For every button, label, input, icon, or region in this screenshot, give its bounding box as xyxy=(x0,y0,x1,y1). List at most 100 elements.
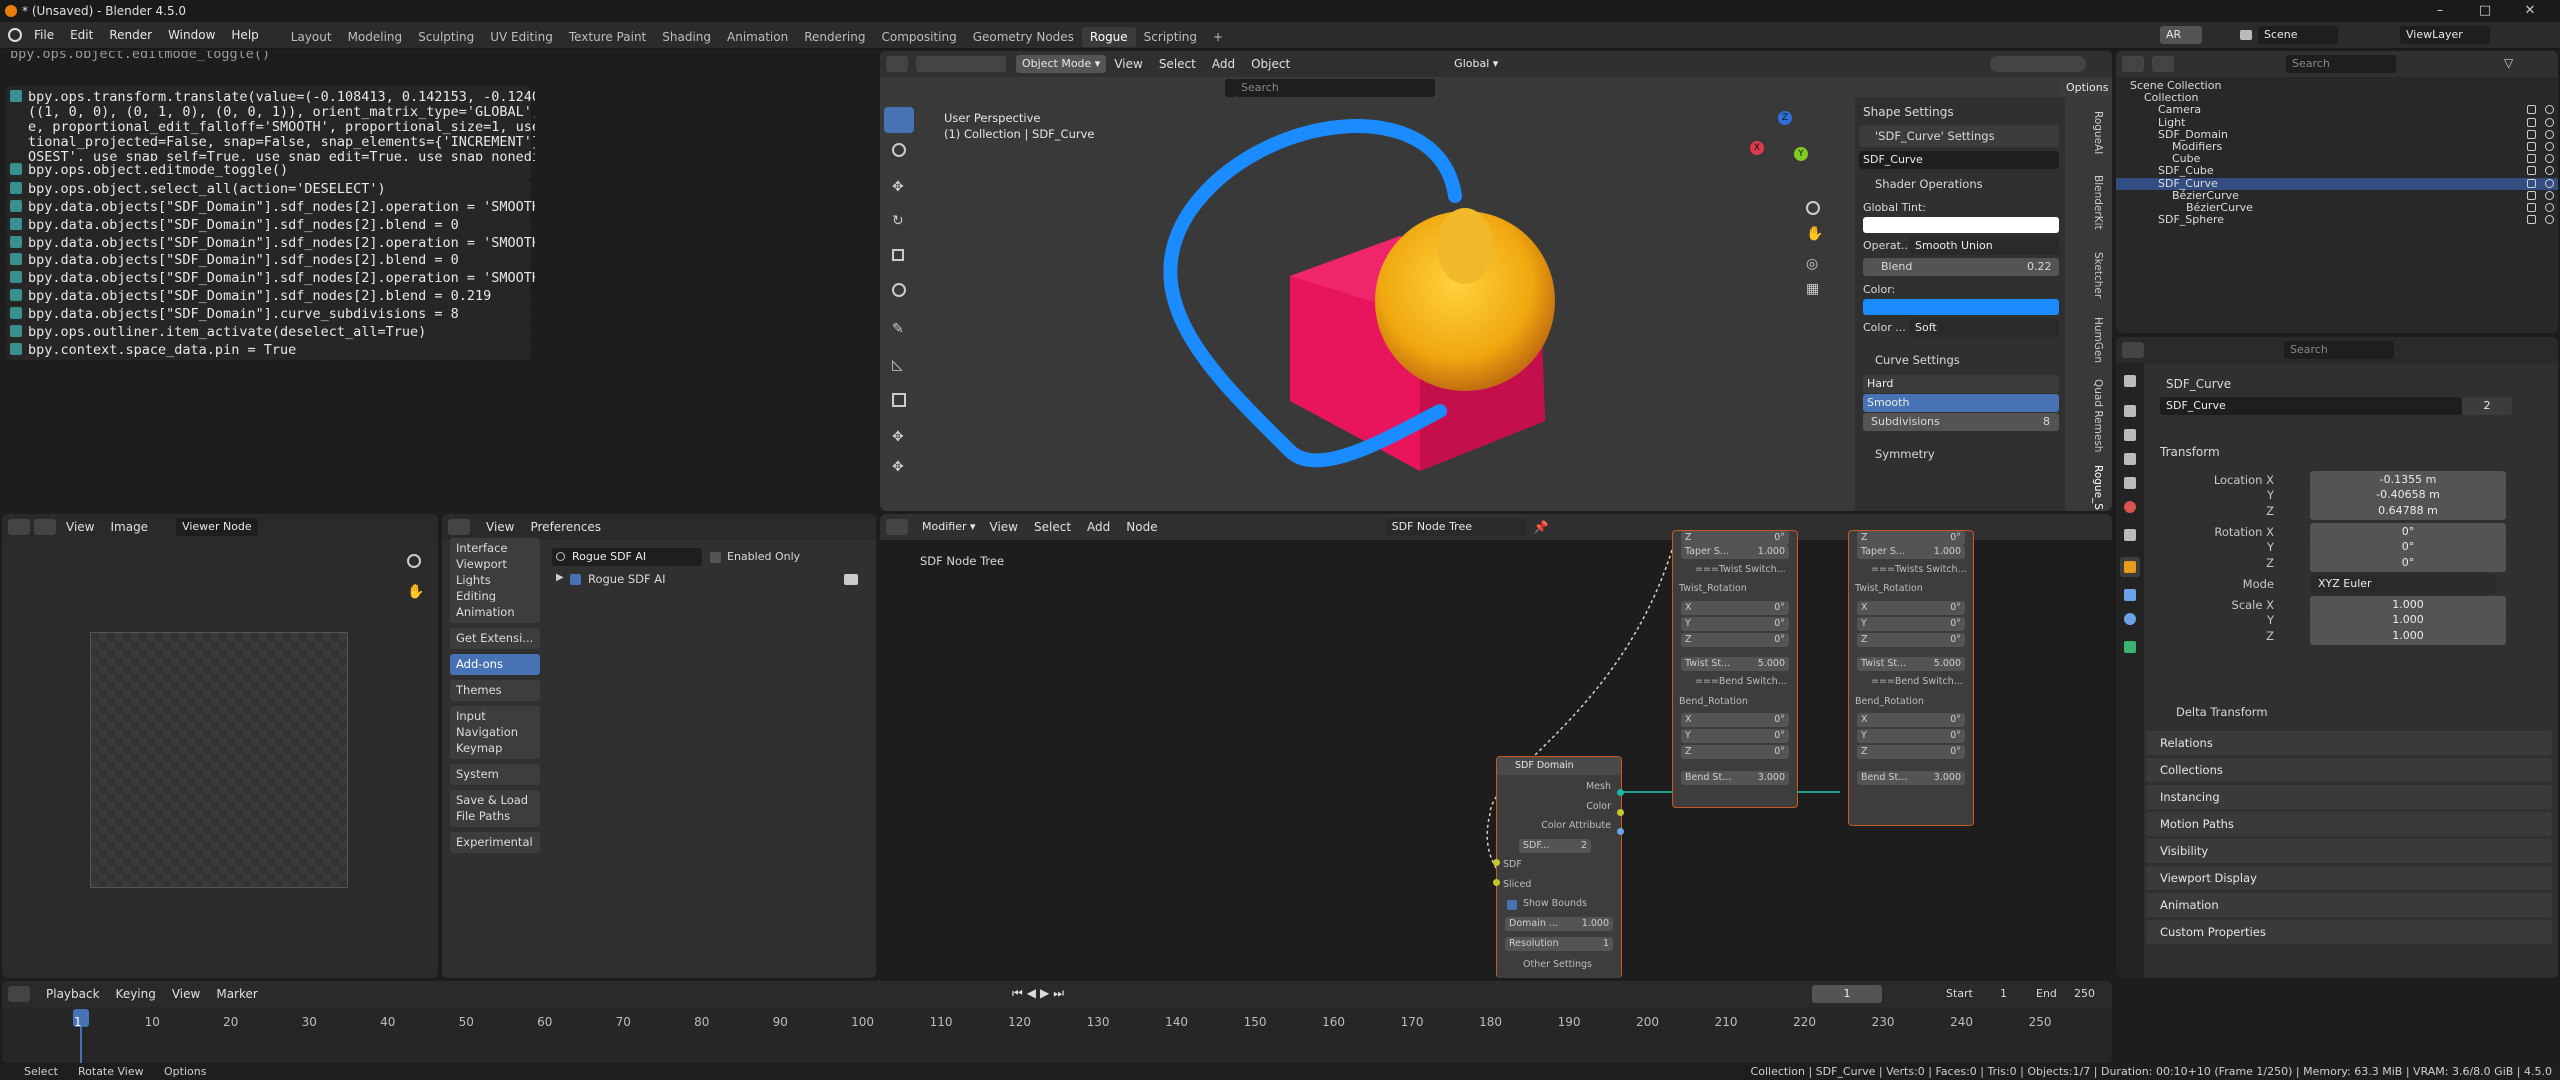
world-tab-icon[interactable] xyxy=(2124,501,2136,513)
3d-viewport[interactable]: Object Mode ▾ View Select Add Object Glo… xyxy=(880,51,2112,511)
scene-tab-icon[interactable] xyxy=(2124,477,2136,489)
pan-icon[interactable]: ✋ xyxy=(407,584,424,600)
addon-enabled-checkbox[interactable] xyxy=(570,574,581,585)
viewlayer-selector[interactable]: ViewLayer xyxy=(2400,26,2490,44)
prefs-menu-view[interactable]: View xyxy=(478,514,522,540)
editor-type-icon[interactable] xyxy=(8,986,30,1002)
add-workspace-button[interactable]: + xyxy=(1205,27,1231,47)
menu-help[interactable]: Help xyxy=(223,22,266,49)
domain-field[interactable]: Domain ... 1.000 xyxy=(1505,917,1613,931)
visibility-eye-icon[interactable] xyxy=(2545,154,2554,164)
camera-view-icon[interactable]: ◎ xyxy=(1806,256,1818,272)
timeline-menu-playback[interactable]: Playback xyxy=(38,981,108,1007)
prefs-section-experimental[interactable]: Experimental xyxy=(450,832,540,853)
render-tab-icon[interactable] xyxy=(2124,405,2136,417)
pan-icon[interactable]: ✋ xyxy=(1806,226,1823,242)
editor-type-icon[interactable] xyxy=(2122,342,2144,358)
properties-search-input[interactable]: Search xyxy=(2284,341,2394,359)
image-menu-view[interactable]: View xyxy=(58,514,102,540)
prefs-section-file-paths[interactable]: File Paths xyxy=(450,806,540,827)
render-camera-icon[interactable] xyxy=(2527,154,2536,164)
tab-blenderkit[interactable]: BlenderKit xyxy=(2092,175,2104,230)
prop-field-location-z[interactable]: 0.64788 m xyxy=(2310,502,2506,520)
hard-option[interactable]: Hard xyxy=(1863,375,2059,393)
tool-tab-icon[interactable] xyxy=(2124,375,2136,387)
output-tab-icon[interactable] xyxy=(2124,429,2136,441)
folder-icon[interactable] xyxy=(844,574,858,585)
workspace-tab-modeling[interactable]: Modeling xyxy=(340,27,411,47)
grid-view-icon[interactable]: ▦ xyxy=(1806,281,1819,297)
playback-controls[interactable]: ⏮◀▶⏭ xyxy=(1012,986,1132,1002)
menu-render[interactable]: Render xyxy=(101,22,160,49)
navigation-gizmo[interactable]: Z X Y xyxy=(1750,111,1820,181)
smooth-option[interactable]: Smooth xyxy=(1863,394,2059,412)
sliced-input-socket[interactable] xyxy=(1493,879,1500,886)
editor-type-icon[interactable] xyxy=(8,519,30,535)
curve-settings-header[interactable]: Curve Settings xyxy=(1875,353,1960,367)
delta-transform-header[interactable]: Delta Transform xyxy=(2176,705,2268,719)
outliner-item[interactable]: BézierCurve xyxy=(2116,202,2558,214)
visibility-eye-icon[interactable] xyxy=(2545,178,2554,188)
menu-file[interactable]: File xyxy=(26,22,62,49)
render-camera-icon[interactable] xyxy=(2527,203,2536,212)
render-camera-icon[interactable] xyxy=(2527,105,2536,115)
prefs-section-get-extensi-[interactable]: Get Extensi... xyxy=(450,628,540,649)
render-camera-icon[interactable] xyxy=(2527,215,2536,225)
gizmo-x[interactable]: X xyxy=(1750,141,1764,155)
outliner-item[interactable]: SDF_Cube xyxy=(2116,165,2558,177)
outliner-item[interactable]: Scene Collection xyxy=(2116,80,2558,92)
render-camera-icon[interactable] xyxy=(2527,190,2536,200)
zoom-icon[interactable] xyxy=(407,554,421,568)
render-camera-icon[interactable] xyxy=(2527,166,2536,176)
sdf-shape-node-1[interactable]: Z 0° Taper S... 1.000 ===Twist Switch... T… xyxy=(1672,530,1798,808)
other-settings-label[interactable]: Other Settings xyxy=(1523,959,1592,970)
workspace-tab-rogue[interactable]: Rogue xyxy=(1081,26,1136,47)
addon-expand-icon[interactable]: ▶ xyxy=(556,572,564,583)
collection-tab-icon[interactable] xyxy=(2124,529,2136,541)
outliner-item[interactable]: Modifiers xyxy=(2116,141,2558,153)
visibility-eye-icon[interactable] xyxy=(2545,166,2554,176)
visibility-eye-icon[interactable] xyxy=(2545,105,2554,115)
shape-settings-header[interactable]: Shape Settings xyxy=(1863,105,1954,119)
visibility-eye-icon[interactable] xyxy=(2545,190,2554,200)
render-camera-icon[interactable] xyxy=(2527,142,2536,151)
view-mode-icon[interactable] xyxy=(34,519,56,535)
transform-panel-header[interactable]: Transform xyxy=(2160,445,2220,459)
enabled-only-checkbox[interactable] xyxy=(710,552,721,563)
outliner-item[interactable]: Light xyxy=(2116,116,2558,129)
minimize-button[interactable]: – xyxy=(2420,0,2460,22)
timeline-menu-view[interactable]: View xyxy=(164,981,208,1007)
workspace-tab-texture-paint[interactable]: Texture Paint xyxy=(561,27,654,47)
start-frame-field[interactable]: 1 xyxy=(2000,987,2007,1000)
sdf-shape-node-2[interactable]: Z 0° Taper S... 1.000 ===Twists Switch... … xyxy=(1848,530,1974,826)
bend-switch-label[interactable]: ===Bend Switch... xyxy=(1871,676,1963,687)
addon-search-input[interactable]: Rogue SDF AI xyxy=(552,548,702,566)
menu-edit[interactable]: Edit xyxy=(62,22,101,49)
zoom-icon[interactable] xyxy=(1806,201,1820,215)
prop-field-scale-z[interactable]: 1.000 xyxy=(2310,626,2506,645)
close-window-button[interactable]: ✕ xyxy=(2510,0,2550,22)
visibility-eye-icon[interactable] xyxy=(2545,215,2554,225)
tab-quad-remesh[interactable]: Quad Remesh xyxy=(2092,379,2104,452)
prefs-section-animation[interactable]: Animation xyxy=(450,602,540,623)
view-layer-tab-icon[interactable] xyxy=(2124,453,2136,465)
visibility-eye-icon[interactable] xyxy=(2545,203,2554,212)
prefs-menu-preferences[interactable]: Preferences xyxy=(522,514,609,540)
twists-switch-label[interactable]: ===Twists Switch... xyxy=(1871,564,1967,575)
workspace-tab-geometry-nodes[interactable]: Geometry Nodes xyxy=(965,27,1082,47)
bend-switch-label[interactable]: ===Bend Switch... xyxy=(1695,676,1787,687)
outliner-item[interactable]: Cube xyxy=(2116,153,2558,165)
operation-dropdown[interactable]: Smooth Union xyxy=(1909,237,2059,255)
shape-name-field[interactable]: SDF_Curve xyxy=(1859,151,2059,169)
color-output-socket[interactable] xyxy=(1617,809,1624,816)
symmetry-header[interactable]: Symmetry xyxy=(1875,447,1935,461)
tab-sketcher[interactable]: Sketcher xyxy=(2092,252,2104,298)
workspace-tab-animation[interactable]: Animation xyxy=(719,27,796,47)
outliner-item[interactable]: Camera xyxy=(2116,104,2558,116)
workspace-tab-scripting[interactable]: Scripting xyxy=(1136,27,1205,47)
image-menu-image[interactable]: Image xyxy=(102,514,156,540)
maximize-button[interactable]: □ xyxy=(2465,0,2505,22)
editor-type-icon[interactable] xyxy=(448,519,470,535)
prefs-section-themes[interactable]: Themes xyxy=(450,680,540,701)
workspace-tab-compositing[interactable]: Compositing xyxy=(873,27,964,47)
